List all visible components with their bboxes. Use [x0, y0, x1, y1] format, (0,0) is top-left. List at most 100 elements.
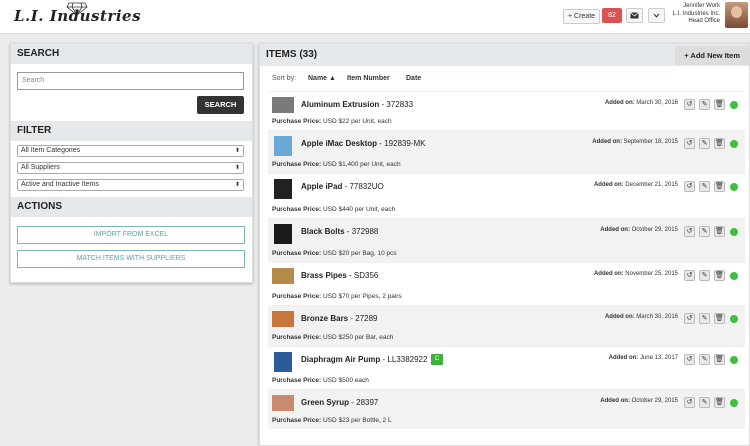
item-added-date: Added on: October 29, 2015: [600, 227, 678, 233]
edit-button[interactable]: ✎: [699, 313, 710, 324]
history-button[interactable]: ↺: [684, 138, 695, 149]
added-label: Added on:: [593, 271, 624, 277]
list-item[interactable]: Aluminum Extrusion - 372833 Purchase Pric…: [268, 91, 745, 130]
list-item[interactable]: Apple iPad - 77832UO Purchase Price: USD …: [268, 173, 745, 218]
list-item[interactable]: Bronze Bars - 27289 Purchase Price: USD $…: [268, 305, 745, 346]
trash-icon: 🗑: [715, 399, 724, 406]
item-number: - LL3382922: [380, 355, 428, 364]
history-button[interactable]: ↺: [684, 99, 695, 110]
trash-button[interactable]: 🗑: [714, 138, 725, 149]
sort-name[interactable]: Name ▲: [308, 71, 336, 86]
menu-dropdown-button[interactable]: [648, 8, 665, 23]
list-item[interactable]: Green Syrup - 28397 Purchase Price: USD $…: [268, 389, 745, 429]
trash-icon: 🗑: [715, 315, 724, 322]
avatar[interactable]: [725, 2, 748, 28]
edit-icon: ✎: [701, 315, 708, 322]
item-price: Purchase Price: USD $440 per Unit, each: [272, 206, 395, 213]
select-arrows-icon: ⬍: [234, 165, 240, 171]
mail-button[interactable]: [626, 8, 643, 23]
history-button[interactable]: ↺: [684, 313, 695, 324]
edit-button[interactable]: ✎: [699, 226, 710, 237]
item-name-text: Brass Pipes: [301, 271, 347, 280]
item-name[interactable]: Aluminum Extrusion - 372833: [301, 100, 413, 109]
history-button[interactable]: ↺: [684, 181, 695, 192]
search-button[interactable]: SEARCH: [197, 96, 244, 114]
trash-icon: 🗑: [715, 356, 724, 363]
history-button[interactable]: ↺: [684, 354, 695, 365]
history-button[interactable]: ↺: [684, 397, 695, 408]
item-price: Purchase Price: USD $1,400 per Unit, eac…: [272, 161, 401, 168]
create-button[interactable]: + Create: [563, 9, 601, 24]
item-number: - 77832UO: [342, 182, 384, 191]
added-value: November 25, 2015: [623, 271, 678, 277]
history-button[interactable]: ↺: [684, 226, 695, 237]
edit-button[interactable]: ✎: [699, 354, 710, 365]
item-name[interactable]: Apple iMac Desktop - 192839-MK: [301, 139, 425, 148]
item-price: Purchase Price: USD $22 per Unit, each: [272, 118, 392, 125]
trash-button[interactable]: 🗑: [714, 226, 725, 237]
edit-button[interactable]: ✎: [699, 99, 710, 110]
actions-heading: ACTIONS: [11, 197, 252, 217]
item-added-date: Added on: November 25, 2015: [594, 271, 678, 277]
item-name-text: Bronze Bars: [301, 314, 349, 323]
history-button[interactable]: ↺: [684, 270, 695, 281]
add-item-button[interactable]: + Add New Item: [675, 46, 749, 65]
edit-button[interactable]: ✎: [699, 270, 710, 281]
sort-bar: Sort by: Name ▲ Item Number Date: [260, 71, 749, 86]
price-value: USD $20 per Bag, 10 pcs: [321, 250, 397, 257]
edit-button[interactable]: ✎: [699, 138, 710, 149]
added-value: December 21, 2015: [623, 182, 678, 188]
item-added-date: Added on: June 13, 2017: [609, 355, 678, 361]
category-badge: C: [431, 354, 443, 365]
sort-label: Sort by:: [272, 75, 297, 82]
trash-button[interactable]: 🗑: [714, 313, 725, 324]
item-name[interactable]: Green Syrup - 28397: [301, 398, 378, 407]
item-name[interactable]: Diaphragm Air Pump - LL3382922: [301, 355, 427, 364]
edit-button[interactable]: ✎: [699, 397, 710, 408]
user-info[interactable]: Jennifer Work L.I. Industries Inc. Head …: [673, 3, 720, 26]
category-select[interactable]: All Item Categories ⬍: [17, 145, 244, 157]
edit-icon: ✎: [701, 272, 708, 279]
import-excel-button[interactable]: IMPORT FROM EXCEL: [17, 226, 245, 244]
notifications-badge[interactable]: 82: [602, 8, 622, 23]
search-heading: SEARCH: [11, 44, 252, 64]
list-item[interactable]: Black Bolts - 372988 Purchase Price: USD …: [268, 218, 745, 262]
chevron-down-icon: [653, 13, 660, 18]
item-name[interactable]: Brass Pipes - SD356: [301, 271, 378, 280]
list-item[interactable]: Diaphragm Air Pump - LL3382922 C Purchase …: [268, 346, 745, 389]
item-name[interactable]: Black Bolts - 372988: [301, 227, 378, 236]
sort-number[interactable]: Item Number: [347, 71, 390, 86]
trash-button[interactable]: 🗑: [714, 354, 725, 365]
active-status-dot: [730, 183, 738, 191]
list-item[interactable]: Brass Pipes - SD356 Purchase Price: USD $…: [268, 262, 745, 305]
history-icon: ↺: [686, 356, 693, 363]
price-label: Purchase Price:: [272, 417, 322, 424]
history-icon: ↺: [686, 228, 693, 235]
added-label: Added on:: [604, 100, 635, 106]
status-select[interactable]: Active and Inactive Items ⬍: [17, 179, 244, 191]
trash-button[interactable]: 🗑: [714, 99, 725, 110]
match-suppliers-button[interactable]: MATCH ITEMS WITH SUPPLIERS: [17, 250, 245, 268]
item-name[interactable]: Apple iPad - 77832UO: [301, 182, 384, 191]
added-label: Added on:: [592, 139, 622, 145]
added-value: June 13, 2017: [638, 355, 678, 361]
item-thumbnail: [274, 179, 292, 199]
trash-button[interactable]: 🗑: [714, 181, 725, 192]
top-bar: L.I. Industries + Create 82 Jennifer Wor…: [0, 0, 750, 34]
item-added-date: Added on: March 30, 2016: [605, 100, 678, 106]
trash-icon: 🗑: [715, 183, 724, 190]
item-name[interactable]: Bronze Bars - 27289: [301, 314, 377, 323]
list-item[interactable]: Apple iMac Desktop - 192839-MK Purchase P…: [268, 130, 745, 173]
search-input[interactable]: Search: [17, 72, 244, 90]
trash-button[interactable]: 🗑: [714, 270, 725, 281]
item-added-date: Added on: March 30, 2016: [605, 314, 678, 320]
diamond-icon: [66, 2, 88, 16]
trash-button[interactable]: 🗑: [714, 397, 725, 408]
items-panel: ITEMS (33) + Add New Item Sort by: Name …: [259, 43, 750, 446]
active-status-dot: [730, 140, 738, 148]
edit-button[interactable]: ✎: [699, 181, 710, 192]
sort-date[interactable]: Date: [406, 71, 421, 86]
supplier-select[interactable]: All Suppliers ⬍: [17, 162, 244, 174]
filter-heading: FILTER: [11, 121, 252, 141]
edit-icon: ✎: [701, 228, 708, 235]
